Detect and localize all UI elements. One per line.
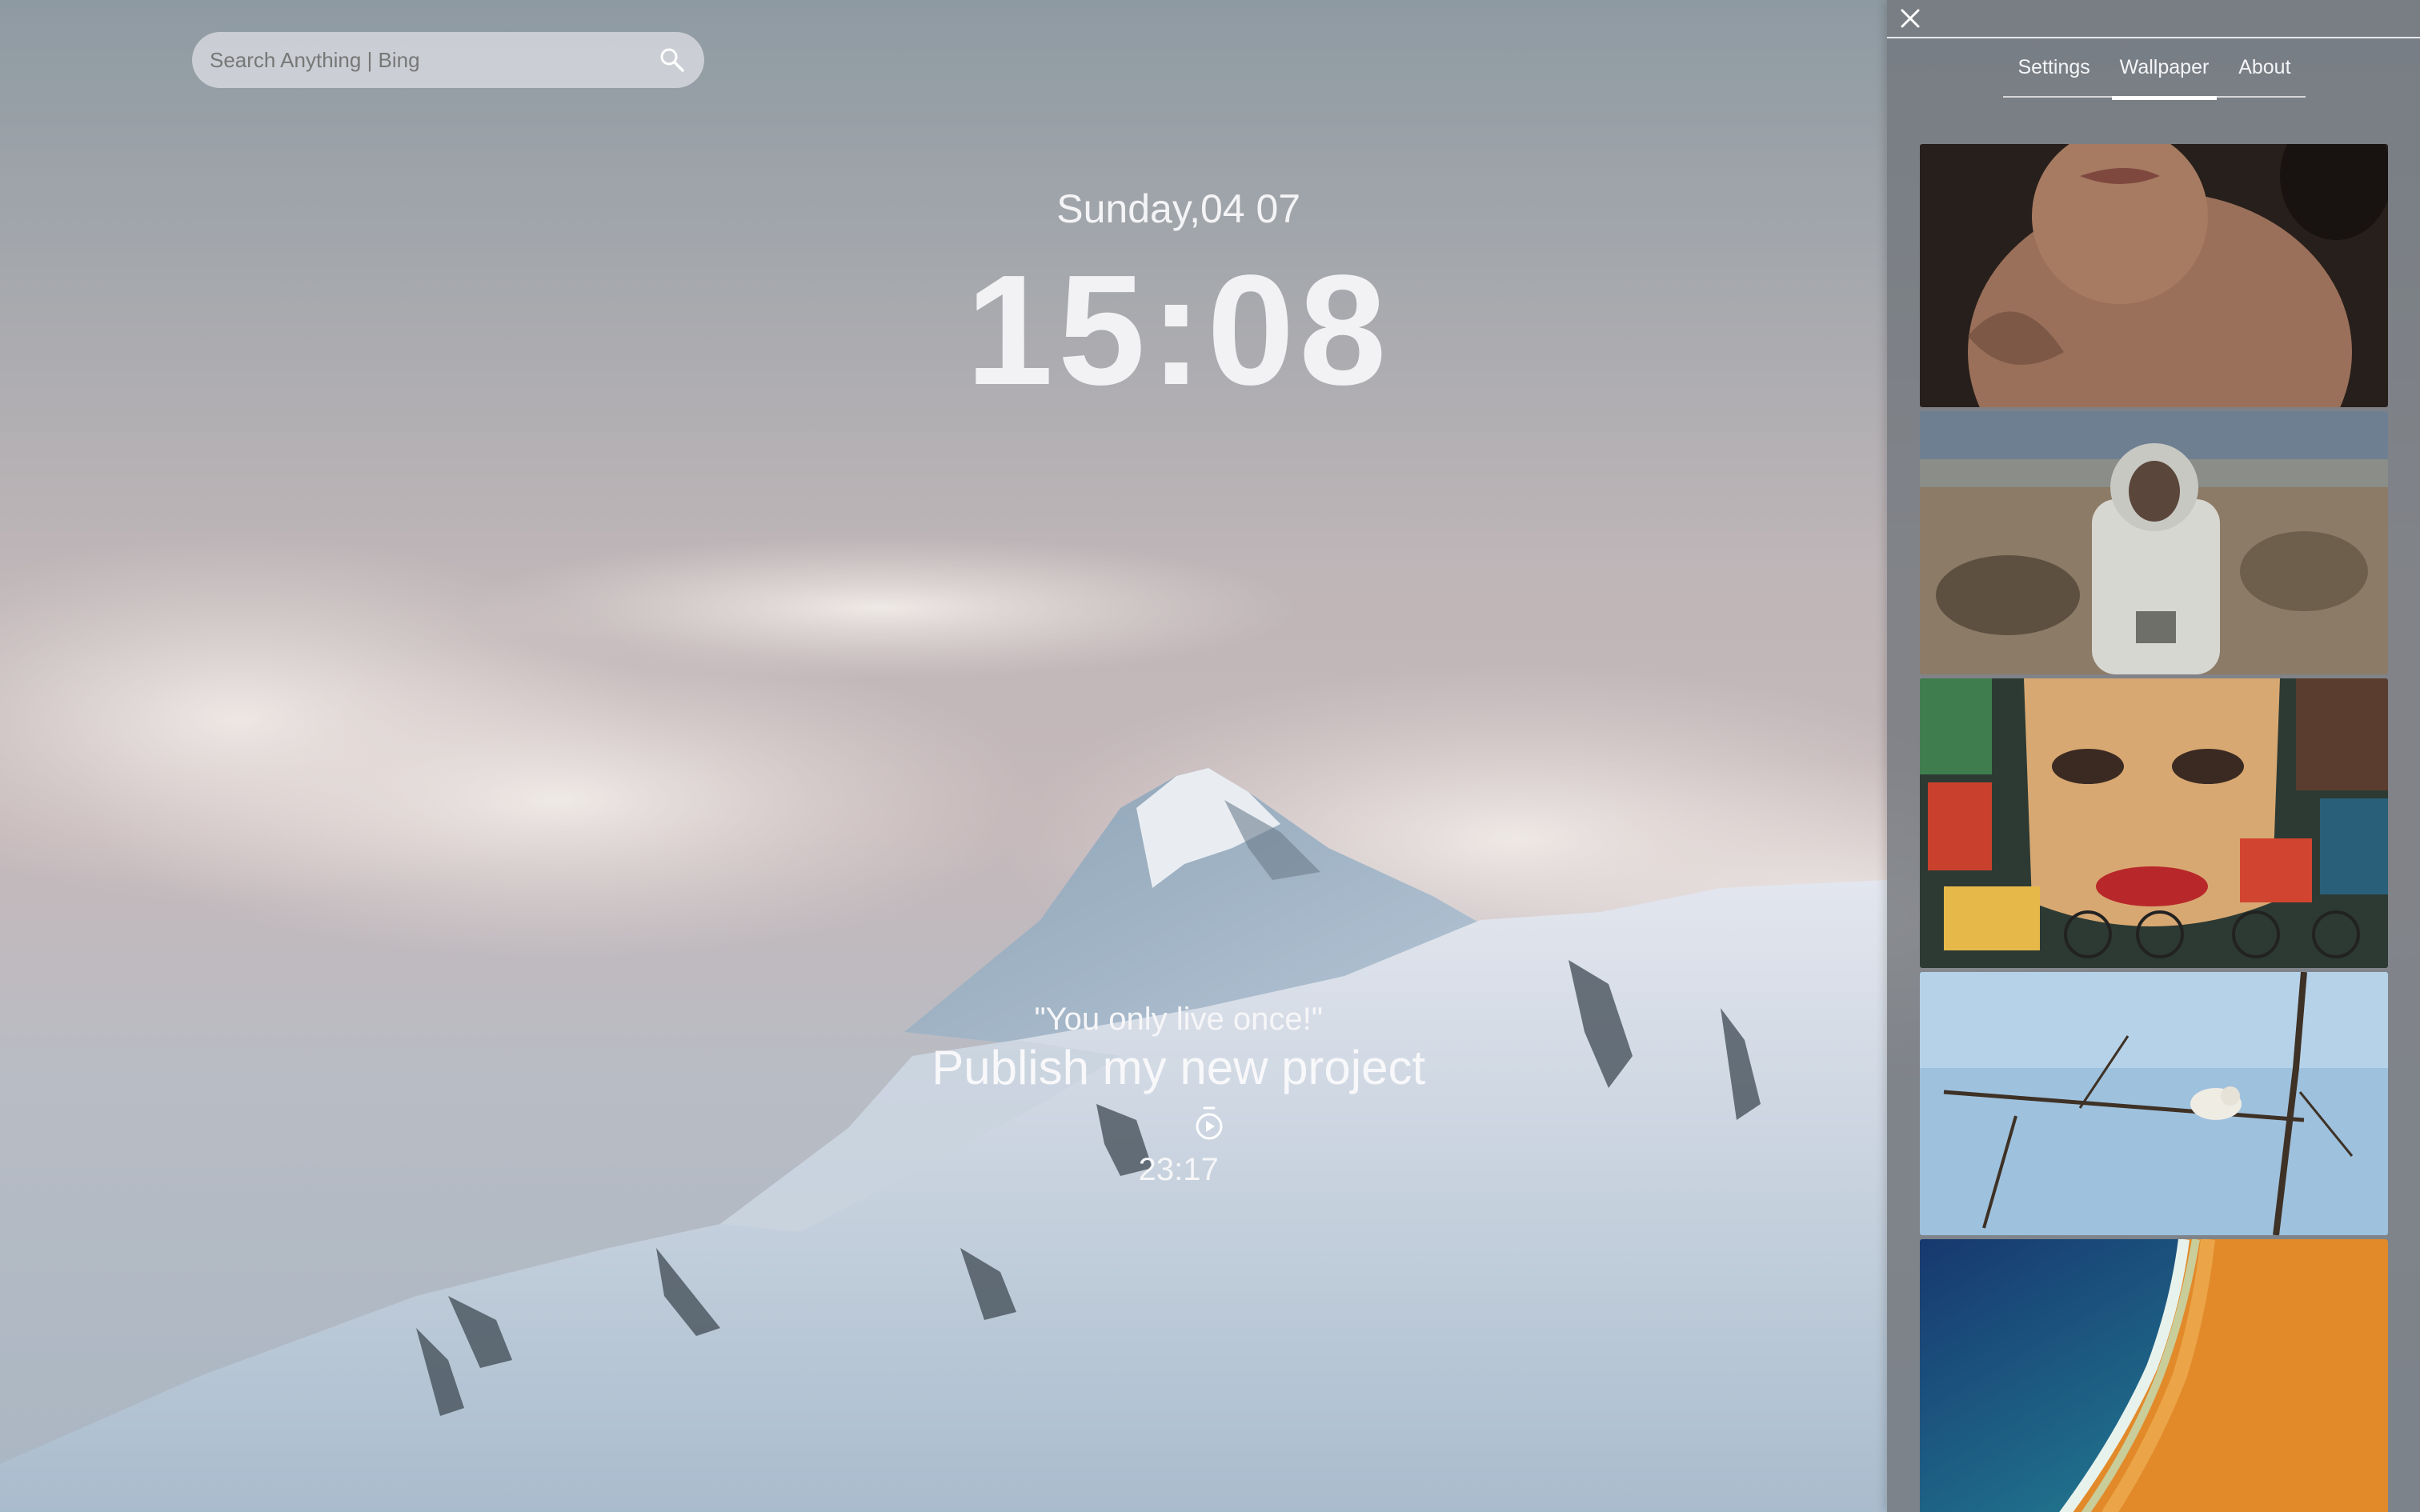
tab-wallpaper[interactable]: Wallpaper: [2111, 50, 2218, 100]
wallpaper-thumbnail-woman-portrait[interactable]: [1920, 144, 2388, 407]
close-icon[interactable]: [1895, 3, 1925, 34]
wallpaper-thumbnail-bird-on-branch[interactable]: [1920, 972, 2388, 1235]
wallpaper-thumbnail-graffiti-mural[interactable]: [1920, 678, 2388, 968]
panel-tabs: Settings Wallpaper About: [2003, 46, 2306, 100]
search-bar[interactable]: [192, 32, 704, 88]
tab-about[interactable]: About: [2230, 50, 2298, 94]
search-icon[interactable]: [656, 44, 688, 76]
panel-divider: [1887, 37, 2420, 38]
settings-panel: Settings Wallpaper About: [1887, 0, 2420, 1512]
search-input[interactable]: [208, 46, 656, 74]
tab-settings[interactable]: Settings: [2009, 50, 2097, 94]
stopwatch-icon[interactable]: [1193, 1106, 1225, 1142]
new-tab-page: Sunday,04 07 15:08 "You only live once!"…: [0, 0, 2420, 1512]
wallpaper-thumbnail-astronaut[interactable]: [1920, 411, 2388, 674]
wallpaper-thumbnail-aerial-beach[interactable]: [1920, 1239, 2388, 1512]
